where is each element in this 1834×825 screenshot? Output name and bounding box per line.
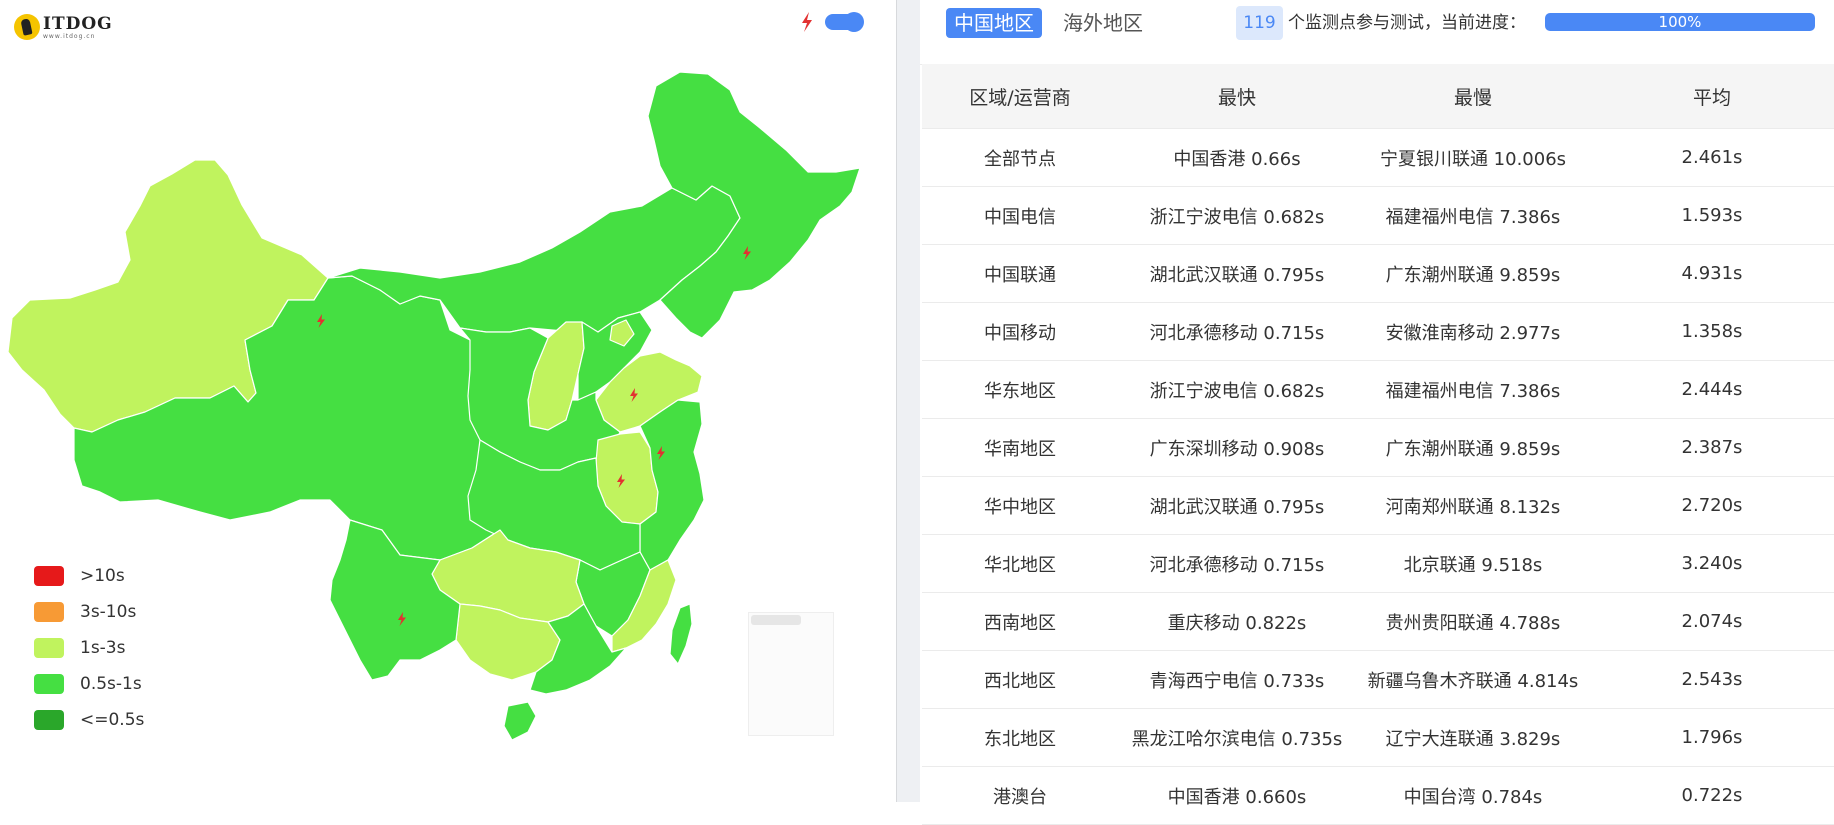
column-header-slowest[interactable]: 最慢	[1356, 64, 1590, 129]
table-body: 全部节点 中国香港 0.66s 宁夏银川联通 10.006s 2.461s 中国电信 浙江…	[922, 128, 1834, 825]
legend-swatch	[34, 566, 64, 586]
monitor-count-badge: 119	[1236, 6, 1283, 40]
cell-region: 中国电信	[922, 186, 1118, 245]
cell-average: 1.358s	[1590, 302, 1834, 361]
cell-slowest: 北京联通 9.518s	[1356, 534, 1590, 593]
cell-average: 3.240s	[1590, 534, 1834, 593]
cell-region: 东北地区	[922, 708, 1118, 767]
legend-item[interactable]: 0.5s-1s	[34, 666, 144, 702]
legend-swatch	[34, 602, 64, 622]
cell-average: 2.387s	[1590, 418, 1834, 477]
legend-item[interactable]: <=0.5s	[34, 702, 144, 738]
cell-fastest: 浙江宁波电信 0.682s	[1118, 186, 1356, 245]
tab-china[interactable]: 中国地区	[946, 8, 1042, 38]
table-row[interactable]: 华北地区 河北承德移动 0.715s 北京联通 9.518s 3.240s	[922, 534, 1834, 593]
table-row[interactable]: 西北地区 青海西宁电信 0.733s 新疆乌鲁木齐联通 4.814s 2.543s	[922, 650, 1834, 709]
cell-slowest: 新疆乌鲁木齐联通 4.814s	[1356, 650, 1590, 709]
table-row[interactable]: 中国联通 湖北武汉联通 0.795s 广东潮州联通 9.859s 4.931s	[922, 244, 1834, 303]
cell-slowest: 安徽淮南移动 2.977s	[1356, 302, 1590, 361]
cell-average: 2.074s	[1590, 592, 1834, 651]
monitor-count-text: 个监测点参与测试，当前进度：	[1288, 13, 1526, 33]
cell-average: 2.461s	[1590, 128, 1834, 187]
legend-swatch	[34, 638, 64, 658]
table-row[interactable]: 全部节点 中国香港 0.66s 宁夏银川联通 10.006s 2.461s	[922, 128, 1834, 187]
cell-slowest: 河南郑州联通 8.132s	[1356, 476, 1590, 535]
legend-label: 1s-3s	[80, 638, 126, 658]
map-panel: ITDOG www.itdog.cn >10s 3s-10s 1s-3s 0.5…	[0, 0, 896, 802]
legend-swatch	[34, 710, 64, 730]
cell-fastest: 湖北武汉联通 0.795s	[1118, 244, 1356, 303]
results-toolbar: 中国地区 海外地区 119 个监测点参与测试，当前进度： 100%	[920, 0, 1834, 65]
cell-region: 华东地区	[922, 360, 1118, 419]
cell-region: 全部节点	[922, 128, 1118, 187]
cell-region: 中国联通	[922, 244, 1118, 303]
table-row[interactable]: 华东地区 浙江宁波电信 0.682s 福建福州电信 7.386s 2.444s	[922, 360, 1834, 419]
progress-text: 100%	[1658, 13, 1702, 31]
cell-region: 华北地区	[922, 534, 1118, 593]
progress-bar: 100%	[1545, 13, 1815, 31]
cell-region: 西南地区	[922, 592, 1118, 651]
table-row[interactable]: 中国电信 浙江宁波电信 0.682s 福建福州电信 7.386s 1.593s	[922, 186, 1834, 245]
cell-fastest: 湖北武汉联通 0.795s	[1118, 476, 1356, 535]
cell-average: 2.444s	[1590, 360, 1834, 419]
cell-region: 华南地区	[922, 418, 1118, 477]
cell-slowest: 广东潮州联通 9.859s	[1356, 244, 1590, 303]
cell-fastest: 河北承德移动 0.715s	[1118, 534, 1356, 593]
legend-item[interactable]: >10s	[34, 558, 144, 594]
table-header-row: 区域/运营商 最快 最慢 平均	[922, 64, 1834, 129]
cell-region: 西北地区	[922, 650, 1118, 709]
results-panel: 中国地区 海外地区 119 个监测点参与测试，当前进度： 100% 区域/运营商…	[920, 0, 1834, 825]
latency-legend: >10s 3s-10s 1s-3s 0.5s-1s <=0.5s	[34, 558, 144, 738]
region-taiwan[interactable]	[669, 603, 693, 665]
table-row[interactable]: 西南地区 重庆移动 0.822s 贵州贵阳联通 4.788s 2.074s	[922, 592, 1834, 651]
cell-region: 港澳台	[922, 766, 1118, 825]
table-row[interactable]: 华中地区 湖北武汉联通 0.795s 河南郑州联通 8.132s 2.720s	[922, 476, 1834, 535]
region-hainan[interactable]	[503, 701, 537, 741]
cell-average: 1.796s	[1590, 708, 1834, 767]
cell-slowest: 宁夏银川联通 10.006s	[1356, 128, 1590, 187]
legend-swatch	[34, 674, 64, 694]
cell-average: 4.931s	[1590, 244, 1834, 303]
cell-fastest: 河北承德移动 0.715s	[1118, 302, 1356, 361]
cell-average: 1.593s	[1590, 186, 1834, 245]
table-row[interactable]: 东北地区 黑龙江哈尔滨电信 0.735s 辽宁大连联通 3.829s 1.796s	[922, 708, 1834, 767]
cell-slowest: 贵州贵阳联通 4.788s	[1356, 592, 1590, 651]
cell-fastest: 青海西宁电信 0.733s	[1118, 650, 1356, 709]
legend-item[interactable]: 1s-3s	[34, 630, 144, 666]
legend-item[interactable]: 3s-10s	[34, 594, 144, 630]
cell-slowest: 福建福州电信 7.386s	[1356, 360, 1590, 419]
cell-slowest: 广东潮州联通 9.859s	[1356, 418, 1590, 477]
legend-label: 3s-10s	[80, 602, 137, 622]
table-row[interactable]: 华南地区 广东深圳移动 0.908s 广东潮州联通 9.859s 2.387s	[922, 418, 1834, 477]
cell-slowest: 福建福州电信 7.386s	[1356, 186, 1590, 245]
column-header-region[interactable]: 区域/运营商	[922, 64, 1118, 129]
cell-average: 2.543s	[1590, 650, 1834, 709]
cell-fastest: 黑龙江哈尔滨电信 0.735s	[1118, 708, 1356, 767]
column-header-average[interactable]: 平均	[1590, 64, 1834, 129]
cell-fastest: 重庆移动 0.822s	[1118, 592, 1356, 651]
cell-average: 0.722s	[1590, 766, 1834, 825]
south-china-sea-inset	[748, 612, 834, 736]
table-row[interactable]: 中国移动 河北承德移动 0.715s 安徽淮南移动 2.977s 1.358s	[922, 302, 1834, 361]
tab-overseas[interactable]: 海外地区	[1055, 8, 1151, 38]
panel-divider	[896, 0, 920, 802]
cell-fastest: 广东深圳移动 0.908s	[1118, 418, 1356, 477]
cell-slowest: 辽宁大连联通 3.829s	[1356, 708, 1590, 767]
cell-fastest: 中国香港 0.660s	[1118, 766, 1356, 825]
table-row[interactable]: 港澳台 中国香港 0.660s 中国台湾 0.784s 0.722s	[922, 766, 1834, 825]
legend-label: 0.5s-1s	[80, 674, 142, 694]
cell-slowest: 中国台湾 0.784s	[1356, 766, 1590, 825]
legend-label: <=0.5s	[80, 710, 145, 730]
cell-average: 2.720s	[1590, 476, 1834, 535]
results-table: 区域/运营商 最快 最慢 平均 全部节点 中国香港 0.66s 宁夏银川联通 10.…	[922, 64, 1834, 825]
legend-label: >10s	[80, 566, 125, 586]
cell-region: 中国移动	[922, 302, 1118, 361]
cell-fastest: 浙江宁波电信 0.682s	[1118, 360, 1356, 419]
cell-fastest: 中国香港 0.66s	[1118, 128, 1356, 187]
column-header-fastest[interactable]: 最快	[1118, 64, 1356, 129]
cell-region: 华中地区	[922, 476, 1118, 535]
